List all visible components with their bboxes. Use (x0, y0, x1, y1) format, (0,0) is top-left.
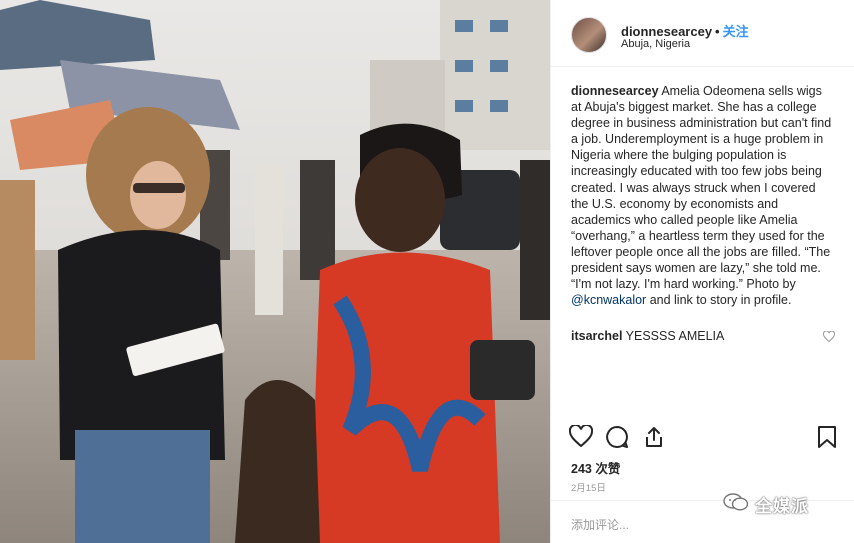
add-comment-input[interactable]: 添加评论... (571, 516, 629, 533)
watermark-text: 全媒派 (755, 496, 809, 516)
share-icon[interactable] (642, 425, 668, 451)
location-link[interactable]: Abuja, Nigeria (621, 38, 690, 50)
action-bar (568, 423, 839, 451)
caption-text-part1: Amelia Odeomena sells wigs at Abuja's bi… (571, 84, 832, 292)
wechat-icon (723, 492, 749, 517)
avatar[interactable] (571, 17, 607, 53)
speech-bubble-icon[interactable] (605, 425, 631, 451)
watermark: 全媒派 (723, 491, 809, 517)
bookmark-icon[interactable] (817, 425, 843, 451)
heart-small-icon[interactable] (822, 330, 836, 345)
caption-text-part2: and link to story in profile. (649, 293, 792, 308)
post-date: 2月15日 (571, 483, 606, 494)
post-photo[interactable] (0, 0, 550, 543)
heart-outline-icon[interactable] (568, 423, 595, 451)
caption-mention[interactable]: @kcnwakalor (571, 293, 646, 307)
post-caption: dionnesearcey Amelia Odeomena sells wigs… (571, 83, 835, 308)
header-dot: • (715, 24, 720, 39)
post-sidebar: dionnesearcey • 关注 Abuja, Nigeria dionnese… (550, 0, 854, 543)
post-header: dionnesearcey • 关注 Abuja, Nigeria (551, 0, 854, 67)
likes-count[interactable]: 243 次赞 (571, 458, 620, 477)
market-photo (0, 0, 550, 543)
comment-item: itsarchel YESSSS AMELIA (571, 329, 835, 343)
caption-username[interactable]: dionnesearcey (571, 84, 659, 98)
comment-text: YESSSS AMELIA (625, 329, 725, 343)
header-username[interactable]: dionnesearcey (621, 24, 712, 39)
comment-username[interactable]: itsarchel (571, 329, 622, 343)
follow-button[interactable]: 关注 (723, 24, 749, 39)
